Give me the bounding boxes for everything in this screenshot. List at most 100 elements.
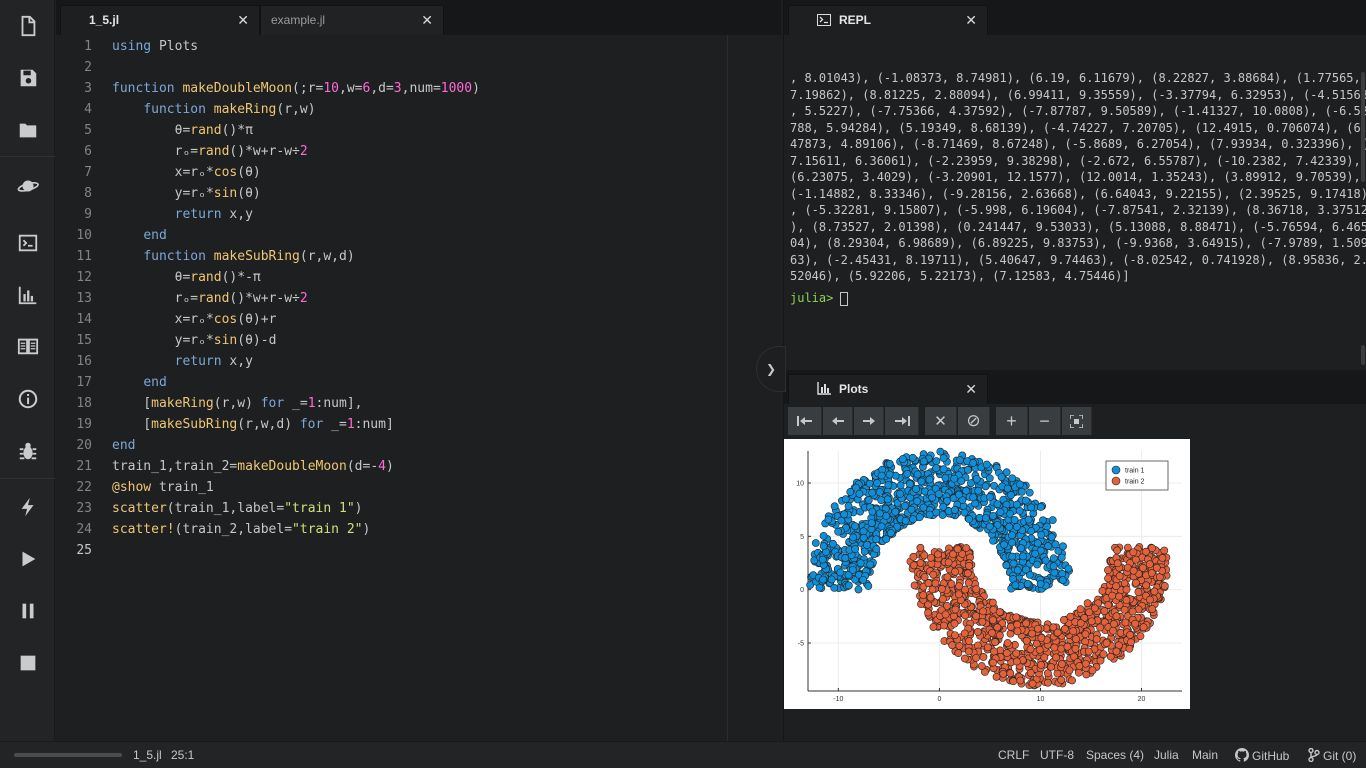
tab-example-jl[interactable]: example.jl ✕ bbox=[260, 5, 444, 35]
close-icon[interactable]: ✕ bbox=[237, 12, 249, 29]
train-1-point bbox=[969, 458, 978, 467]
clear-plots-icon[interactable]: ⊘ bbox=[958, 407, 990, 435]
code-line[interactable]: x=rₒ*cos(θ)+r bbox=[112, 309, 277, 330]
train-2-point bbox=[1122, 596, 1131, 605]
train-2-point bbox=[1037, 634, 1046, 642]
train-2-point bbox=[1121, 618, 1130, 627]
code-line[interactable]: end bbox=[112, 435, 135, 456]
train-1-point bbox=[1013, 566, 1022, 575]
code-line[interactable]: train_1,train_2=makeDoubleMoon(d=-4) bbox=[112, 456, 394, 477]
train-1-point bbox=[1025, 488, 1034, 497]
train-1-point bbox=[885, 470, 894, 479]
scatter-plot[interactable]: -10 0 10 20 10 5 0 -5 train 1 train 2 bbox=[784, 439, 1190, 709]
train-2-point bbox=[1075, 662, 1084, 670]
train-1-point bbox=[875, 488, 884, 496]
repl-console[interactable]: , 8.01043), (-1.08373, 8.74981), (6.19, … bbox=[784, 35, 1366, 370]
first-plot-icon[interactable] bbox=[788, 407, 822, 435]
train-1-point bbox=[989, 511, 997, 520]
lightning-icon[interactable] bbox=[0, 487, 55, 527]
train-2-point bbox=[947, 580, 956, 588]
tab-plots[interactable]: Plots ✕ bbox=[788, 374, 988, 404]
tab-1-5-jl[interactable]: 1_5.jl ✕ bbox=[60, 5, 260, 35]
train-2-point bbox=[1006, 622, 1015, 631]
fit-plot-icon[interactable] bbox=[1062, 407, 1092, 435]
train-1-point bbox=[1017, 544, 1026, 553]
line-number: 19 bbox=[76, 417, 92, 432]
code-line[interactable]: x=rₒ*cos(θ) bbox=[112, 162, 261, 183]
status-indentation[interactable]: Spaces (4) bbox=[1086, 748, 1144, 762]
planet-icon[interactable] bbox=[0, 166, 55, 206]
train-1-point bbox=[811, 539, 820, 547]
code-line[interactable]: [makeRing(r,w) for _=1:num], bbox=[112, 393, 362, 414]
code-line[interactable]: scatter(train_1,label="train 1") bbox=[112, 498, 363, 519]
code-line[interactable]: y=rₒ*sin(θ) bbox=[112, 183, 261, 204]
code-line[interactable]: θ=rand()*π bbox=[112, 120, 253, 141]
code-line[interactable]: rₒ=rand()*w+r-w÷2 bbox=[112, 288, 308, 309]
code-text[interactable]: using Plots function makeDoubleMoon(;r=10… bbox=[112, 35, 727, 741]
status-module[interactable]: Main bbox=[1192, 748, 1218, 762]
status-grammar[interactable]: Julia bbox=[1154, 748, 1179, 762]
status-file-name[interactable]: 1_5.jl bbox=[133, 748, 162, 762]
status-git[interactable]: Git (0) bbox=[1308, 748, 1356, 763]
train-1-point bbox=[989, 536, 997, 545]
code-editor[interactable]: 1 2 3 4 5 6 7 8 9 10 11 12 13 14 15 16 17 18 19 20 21 22 23 24 2… bbox=[56, 35, 781, 741]
train-2-point bbox=[1050, 643, 1059, 652]
train-2-point bbox=[983, 643, 992, 652]
train-2-point bbox=[919, 591, 928, 600]
code-line[interactable]: function makeDoubleMoon(;r=10,w=6,d=3,nu… bbox=[112, 78, 480, 99]
previous-plot-icon[interactable] bbox=[823, 407, 853, 435]
code-line[interactable]: rₒ=rand()*w+r-w÷2 bbox=[112, 141, 308, 162]
play-icon[interactable] bbox=[0, 539, 55, 579]
save-icon[interactable] bbox=[0, 58, 55, 98]
folder-icon[interactable] bbox=[0, 110, 55, 150]
code-line[interactable]: y=rₒ*sin(θ)-d bbox=[112, 330, 277, 351]
repl-scrollbar[interactable] bbox=[1361, 72, 1365, 182]
last-plot-icon[interactable] bbox=[885, 407, 919, 435]
train-2-point bbox=[1139, 623, 1148, 632]
repl-scrollbar-thumb[interactable] bbox=[1361, 345, 1365, 365]
train-2-point bbox=[944, 558, 953, 567]
code-line[interactable]: [makeSubRing(r,w,d) for _=1:num] bbox=[112, 414, 393, 435]
zoom-out-icon[interactable]: − bbox=[1029, 407, 1061, 435]
status-cursor-position[interactable]: 25:1 bbox=[171, 748, 194, 762]
code-line[interactable]: return x,y bbox=[112, 351, 253, 372]
train-2-point bbox=[938, 595, 947, 604]
train-2-point bbox=[1071, 644, 1080, 653]
documentation-icon[interactable] bbox=[0, 326, 55, 366]
debug-bug-icon[interactable] bbox=[0, 431, 55, 471]
train-1-point bbox=[848, 565, 857, 574]
code-line[interactable]: using Plots bbox=[112, 36, 198, 57]
zoom-in-icon[interactable]: + bbox=[996, 407, 1028, 435]
status-github[interactable]: GitHub bbox=[1235, 748, 1289, 763]
code-line[interactable]: scatter!(train_2,label="train 2") bbox=[112, 519, 370, 540]
tab-repl[interactable]: REPL ✕ bbox=[788, 5, 988, 35]
train-2-point bbox=[1122, 585, 1131, 594]
code-line[interactable]: end bbox=[112, 372, 166, 393]
info-icon[interactable] bbox=[0, 379, 55, 419]
delete-plot-icon[interactable]: ✕ bbox=[925, 407, 957, 435]
train-2-point bbox=[1099, 650, 1108, 659]
train-2-point bbox=[1065, 666, 1074, 675]
code-line[interactable]: θ=rand()*-π bbox=[112, 267, 261, 288]
close-icon[interactable]: ✕ bbox=[421, 12, 433, 29]
train-2-point bbox=[1092, 635, 1101, 644]
plots-icon[interactable] bbox=[0, 275, 55, 315]
train-2-point bbox=[909, 552, 918, 561]
new-file-icon[interactable] bbox=[0, 6, 55, 46]
close-icon[interactable]: ✕ bbox=[965, 381, 977, 398]
status-encoding[interactable]: UTF-8 bbox=[1040, 748, 1074, 762]
code-line[interactable]: end bbox=[112, 225, 166, 246]
pause-icon[interactable] bbox=[0, 591, 55, 631]
plot-pane: -10 0 10 20 10 5 0 -5 train 1 train 2 bbox=[784, 438, 1366, 741]
stop-icon[interactable] bbox=[0, 643, 55, 683]
code-line[interactable]: function makeSubRing(r,w,d) bbox=[112, 246, 354, 267]
train-1-point bbox=[928, 493, 937, 502]
code-line[interactable]: return x,y bbox=[112, 204, 253, 225]
status-line-ending[interactable]: CRLF bbox=[998, 748, 1029, 762]
train-1-point bbox=[1057, 553, 1066, 562]
code-line[interactable]: @show train_1 bbox=[112, 477, 214, 498]
close-icon[interactable]: ✕ bbox=[965, 12, 977, 29]
terminal-icon[interactable] bbox=[0, 223, 55, 263]
code-line[interactable]: function makeRing(r,w) bbox=[112, 99, 315, 120]
next-plot-icon[interactable] bbox=[854, 407, 884, 435]
